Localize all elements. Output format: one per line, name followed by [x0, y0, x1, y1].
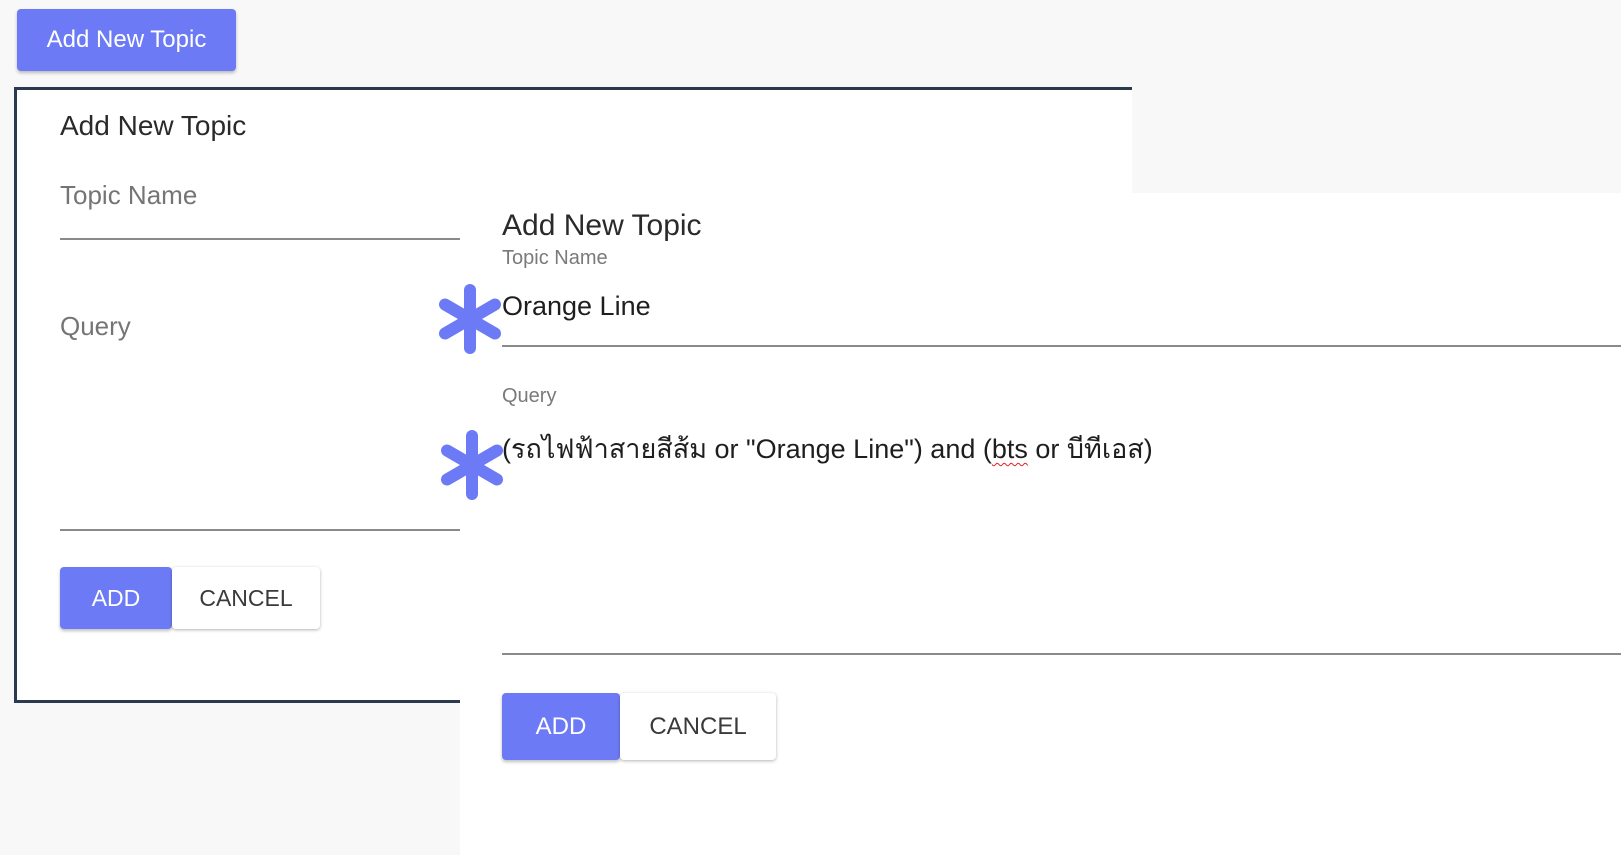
topic-name-label: Topic Name — [502, 247, 608, 269]
query-input[interactable]: (รถไฟฟ้าสายสีส้ม or "Orange Line") and (… — [502, 427, 1153, 470]
asterisk-icon — [441, 430, 503, 500]
query-underline — [60, 529, 462, 531]
query-text: (รถไฟฟ้าสายสีส้ม or "Orange Line") and ( — [502, 434, 992, 464]
topic-name-underline — [502, 345, 1621, 347]
cancel-button[interactable]: CANCEL — [620, 693, 776, 760]
add-button[interactable]: ADD — [60, 567, 172, 629]
asterisk-icon — [439, 284, 501, 354]
add-new-topic-button[interactable]: Add New Topic — [17, 9, 236, 71]
add-button[interactable]: ADD — [502, 693, 620, 760]
topic-name-input[interactable]: Orange Line — [502, 291, 651, 322]
dialog-title: Add New Topic — [60, 110, 247, 141]
query-underline — [502, 653, 1621, 655]
topic-name-underline — [60, 238, 462, 240]
query-input[interactable]: Query — [60, 311, 131, 342]
topic-name-input[interactable]: Topic Name — [60, 180, 197, 211]
query-text-end: or บีทีเอส) — [1027, 434, 1153, 464]
cancel-button[interactable]: CANCEL — [172, 567, 320, 629]
add-topic-dialog-filled: Add New Topic Topic Name Orange Line Que… — [460, 193, 1621, 855]
query-label: Query — [502, 385, 557, 407]
misspelled-word: bts — [991, 434, 1028, 464]
dialog-title: Add New Topic — [502, 209, 702, 242]
